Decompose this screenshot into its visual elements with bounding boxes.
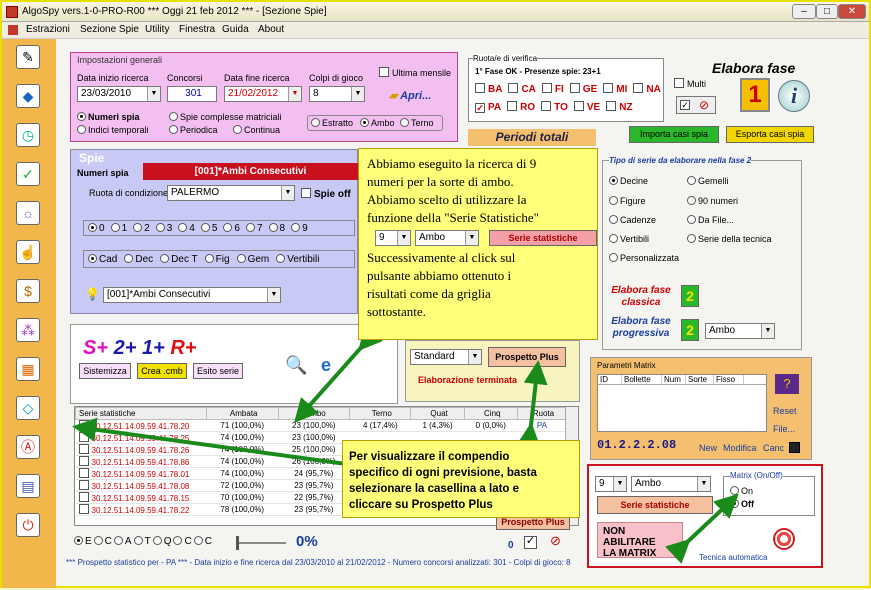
note1-line2: numeri per la sorte di ambo. [367,174,514,189]
note1-controls: 9 ▼ Ambo ▼ Serie statistiche [367,227,597,249]
note1-line4: funzione della "Serie Statistiche" [367,210,539,225]
note-num-select[interactable]: 9 ▼ [375,230,411,246]
note-sorte-select[interactable]: Ambo ▼ [415,230,479,246]
arrow-to-checkbox [72,417,347,466]
note-serie-statistiche-button[interactable]: Serie statistiche [489,230,597,246]
chevron-down-icon[interactable]: ▼ [397,231,410,245]
note-prospetto-plus: Per visualizzare il compendio specifico … [342,440,580,518]
arrow-to-prospetto [516,360,548,448]
note-num-value: 9 [379,232,385,243]
note1-line8: sottostante. [367,304,426,319]
arrow-to-grid [294,325,383,423]
chevron-down-icon[interactable]: ▼ [465,231,478,245]
arrow-to-matrix-off [665,493,739,564]
note1-line5: Successivamente al click sul [367,250,516,265]
note-sorte-value: Ambo [419,232,446,243]
note-serie-statistiche: Abbiamo eseguito la ricerca di 9 numeri … [358,148,598,340]
note2-line4: cliccare su Prospetto Plus [349,499,493,511]
note1-line6: pulsante abbiamo ottenuto i [367,268,512,283]
note2-line1: Per visualizzare il compendio [349,451,510,463]
note2-line2: specifico di ogni previsione, basta [349,467,537,479]
note1-line7: risultati come da griglia [367,286,491,301]
app-window: AlgoSpy vers.1-0-PRO-R00 *** Oggi 21 feb… [0,0,871,588]
note2-line3: selezionare la casellina a lato e [349,483,520,495]
note1-line1: Abbiamo eseguito la ricerca di 9 [367,156,537,171]
note1-line3: Abbiamo scelto di utilizzare la [367,192,527,207]
